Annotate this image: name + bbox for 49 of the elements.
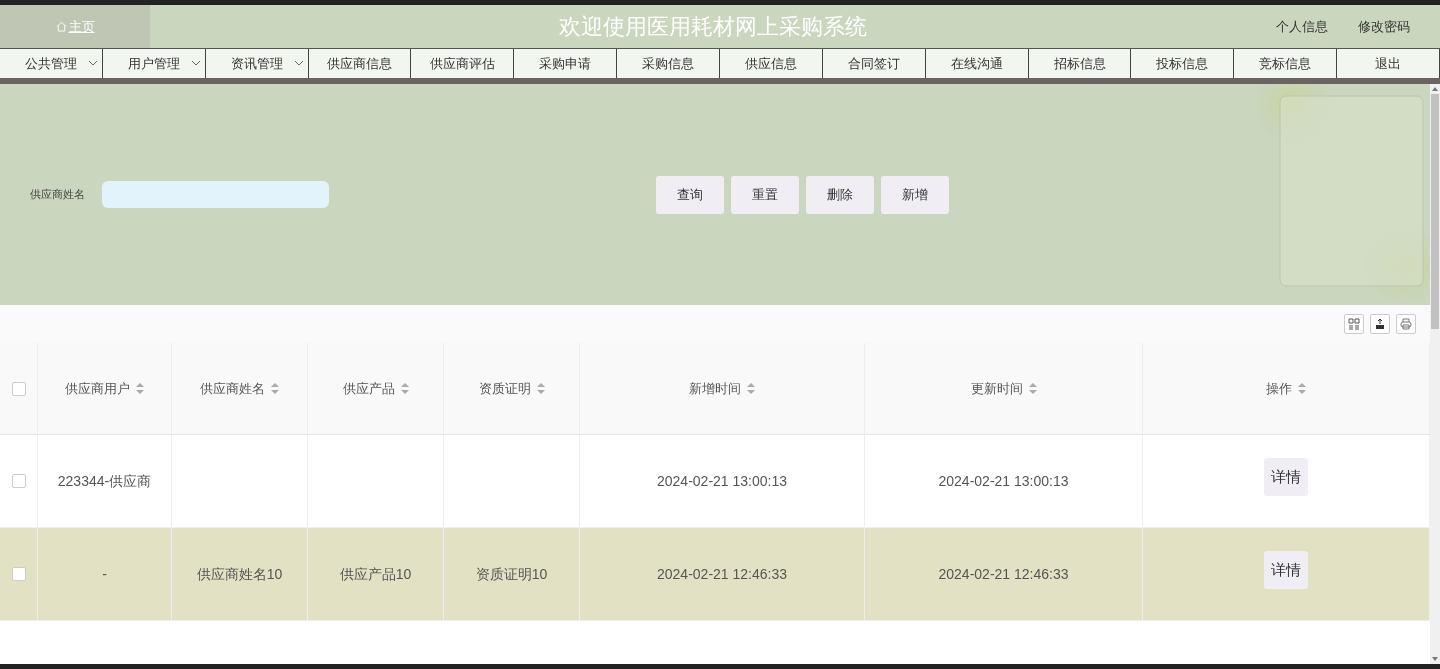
search-field[interactable] bbox=[102, 181, 329, 208]
column-header[interactable]: 新增时间 bbox=[689, 378, 741, 399]
column-header[interactable]: 供应商用户 bbox=[65, 378, 130, 399]
field-label: 供应商姓名 bbox=[30, 187, 86, 203]
table-cell-text: 223344-供应商 bbox=[57, 471, 152, 491]
action-button[interactable]: 重置 bbox=[731, 175, 799, 214]
table-cell-text: 供应商姓名10 bbox=[196, 564, 283, 584]
chevron-icon bbox=[190, 59, 201, 67]
export-button[interactable] bbox=[1370, 314, 1390, 334]
table-row[interactable]: - 供应商姓名10 供应产品10 资质证明10 2024-02-21 12:46:33 2024-02-21 12:46:33 详情 bbox=[0, 528, 1430, 621]
select-all-checkbox[interactable] bbox=[11, 381, 26, 396]
sort-icon bbox=[1028, 383, 1037, 394]
print-button[interactable] bbox=[1396, 314, 1416, 334]
upload-icon bbox=[1373, 317, 1387, 331]
action-button[interactable]: 查询 bbox=[656, 175, 724, 214]
table-cell-text: - bbox=[102, 564, 107, 584]
column-header[interactable]: 操作 bbox=[1266, 378, 1292, 399]
chevron-icon bbox=[293, 59, 304, 67]
action-button[interactable]: 新增 bbox=[881, 175, 949, 214]
sort-icon bbox=[1298, 383, 1306, 394]
header-link[interactable]: 个人信息 bbox=[1276, 16, 1328, 37]
row-checkbox[interactable] bbox=[11, 567, 26, 581]
columns-icon bbox=[1347, 317, 1361, 331]
column-header[interactable]: 供应商姓名 bbox=[200, 378, 265, 399]
chevron-icon bbox=[87, 59, 98, 67]
table-cell-text: 2024-02-21 13:00:13 bbox=[938, 471, 1069, 491]
table-cell-text: 2024-02-21 13:00:13 bbox=[657, 471, 787, 491]
sort-icon bbox=[747, 383, 755, 394]
columns-button[interactable] bbox=[1344, 314, 1364, 334]
printer-icon bbox=[1399, 317, 1413, 331]
table-row[interactable]: 223344-供应商 2024-02-21 13:00:13 2024-02-21 13:00:13 详情 bbox=[0, 435, 1430, 528]
row-checkbox[interactable] bbox=[11, 474, 26, 488]
page-title: 欢迎使用医用耗材网上采购系统 bbox=[558, 13, 868, 41]
table-cell-text: 2024-02-21 12:46:33 bbox=[657, 564, 787, 584]
column-header[interactable]: 供应产品 bbox=[342, 378, 395, 399]
table-cell-text: 资质证明10 bbox=[475, 564, 548, 584]
table-cell-text: 2024-02-21 12:46:33 bbox=[938, 564, 1069, 584]
column-header[interactable]: 资质证明 bbox=[478, 378, 531, 399]
details-button[interactable]: 详情 bbox=[1264, 551, 1308, 589]
sort-icon bbox=[271, 383, 279, 394]
sort-icon bbox=[400, 383, 409, 394]
header-link[interactable]: 修改密码 bbox=[1358, 16, 1410, 37]
sort-icon bbox=[136, 383, 144, 394]
details-button[interactable]: 详情 bbox=[1264, 458, 1308, 496]
table-cell-text: 供应产品10 bbox=[339, 564, 412, 584]
home-icon bbox=[55, 21, 67, 32]
action-button[interactable]: 删除 bbox=[806, 175, 874, 214]
sort-icon bbox=[536, 383, 545, 394]
column-header[interactable]: 更新时间 bbox=[970, 378, 1023, 399]
